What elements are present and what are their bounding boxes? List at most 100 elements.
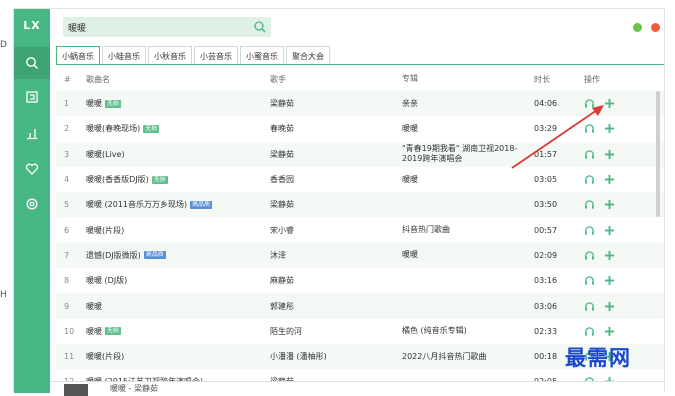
- row-index: 4: [64, 175, 70, 185]
- add-icon[interactable]: [604, 225, 615, 236]
- song-name[interactable]: 暖暖 (2011音乐万万乡现场): [86, 199, 187, 210]
- song-name-cell[interactable]: 暖暖(片段): [86, 217, 256, 242]
- tab-source[interactable]: 小芸音乐: [194, 46, 238, 65]
- album-name[interactable]: [402, 268, 532, 293]
- headphones-icon[interactable]: [584, 149, 595, 160]
- song-name-cell[interactable]: 暖暖 无损: [86, 91, 256, 116]
- table-row[interactable]: 4 暖暖(香香版DJ版) 无损 香香园 暖暖 03:05: [56, 166, 664, 193]
- quality-badge: 无损: [105, 99, 122, 108]
- nav-playlist[interactable]: [14, 81, 50, 113]
- add-icon[interactable]: [604, 275, 615, 286]
- singer-name[interactable]: 麻静茹: [270, 268, 390, 293]
- add-icon[interactable]: [604, 123, 615, 134]
- table-row[interactable]: 9 暖暖 郭建彤 03:06: [56, 293, 664, 319]
- album-name[interactable]: 抖音热门歌曲: [402, 217, 532, 242]
- nav-chart[interactable]: [14, 117, 50, 149]
- search-icon[interactable]: [253, 20, 267, 34]
- song-name-cell[interactable]: 暖暖(片段): [86, 344, 256, 369]
- song-name-cell[interactable]: 暖暖 (DJ版): [86, 268, 256, 293]
- tab-source[interactable]: 小秋音乐: [148, 46, 192, 65]
- nav-search[interactable]: [14, 47, 50, 79]
- singer-name[interactable]: 陌生的河: [270, 319, 390, 344]
- table-row[interactable]: 7 遗憾(DJ版微版) 高品质 沐泽 暖暖 02:09: [56, 242, 664, 269]
- headphones-icon[interactable]: [584, 250, 595, 261]
- close-button[interactable]: [651, 23, 660, 32]
- table-row[interactable]: 10 暖暖 无损 陌生的河 橘色 (纯音乐专辑) 02:33: [56, 318, 664, 344]
- table-row[interactable]: 8 暖暖 (DJ版) 麻静茹 03:16: [56, 268, 664, 294]
- album-name[interactable]: 暖暖: [402, 116, 532, 141]
- headphones-icon[interactable]: [584, 199, 595, 210]
- table-row[interactable]: 2 暖暖(春晚现场) 无损 春晚茹 暖暖 03:29: [56, 116, 664, 142]
- song-name[interactable]: 暖暖: [86, 98, 102, 109]
- add-icon[interactable]: [604, 326, 615, 337]
- album-name[interactable]: [402, 192, 532, 217]
- add-icon[interactable]: [604, 199, 615, 210]
- tab-source[interactable]: 小蛙音乐: [102, 46, 146, 65]
- song-name[interactable]: 暖暖: [86, 326, 102, 337]
- headphones-icon[interactable]: [584, 275, 595, 286]
- album-name[interactable]: 2022八月抖音热门歌曲: [402, 344, 532, 369]
- singer-name[interactable]: 香香园: [270, 167, 390, 192]
- song-name-cell[interactable]: 遗憾(DJ版微版) 高品质: [86, 243, 256, 268]
- headphones-icon[interactable]: [584, 326, 595, 337]
- headphones-icon[interactable]: [584, 123, 595, 134]
- song-name[interactable]: 遗憾(DJ版微版): [86, 250, 141, 261]
- album-name[interactable]: 暖暖: [402, 243, 532, 268]
- singer-name[interactable]: 春晚茹: [270, 116, 390, 141]
- add-icon[interactable]: [604, 98, 615, 109]
- singer-name[interactable]: 宋小睿: [270, 217, 390, 242]
- table-row[interactable]: 1 暖暖 无损 梁静茹 亲亲 04:06: [56, 91, 664, 117]
- song-name[interactable]: 暖暖 (DJ版): [86, 275, 127, 286]
- song-name[interactable]: 暖暖(香香版DJ版): [86, 174, 149, 185]
- duration: 04:06: [534, 99, 558, 109]
- minimize-button[interactable]: [633, 23, 642, 32]
- song-name[interactable]: 暖暖(片段): [86, 225, 124, 236]
- headphones-icon[interactable]: [584, 98, 595, 109]
- album-name[interactable]: 暖暖: [402, 167, 532, 192]
- song-name-cell[interactable]: 暖暖(香香版DJ版) 无损: [86, 167, 256, 192]
- album-name[interactable]: "青春19期我看" 湖南卫视2018-2019跨年演唱会: [402, 142, 532, 167]
- quality-badge: 高品质: [143, 251, 166, 260]
- song-name[interactable]: 暖暖(Live): [86, 149, 125, 160]
- sidebar: LX: [14, 9, 50, 393]
- album-name[interactable]: 亲亲: [402, 91, 532, 116]
- table-row[interactable]: 3 暖暖(Live) 梁静茹 "青春19期我看" 湖南卫视2018-2019跨年演唱会…: [56, 141, 664, 167]
- singer-name[interactable]: 郭建彤: [270, 293, 390, 318]
- song-name[interactable]: 暖暖: [86, 301, 102, 312]
- add-icon[interactable]: [604, 250, 615, 261]
- headphones-icon[interactable]: [584, 174, 595, 185]
- table-row[interactable]: 6 暖暖(片段) 宋小睿 抖音热门歌曲 00:57: [56, 217, 664, 243]
- album-name[interactable]: [402, 293, 532, 318]
- singer-name[interactable]: 小潘潘 (潘柚彤): [270, 344, 390, 369]
- nav-settings[interactable]: [14, 188, 50, 220]
- add-icon[interactable]: [604, 149, 615, 160]
- add-icon[interactable]: [604, 174, 615, 185]
- scrollbar[interactable]: [656, 91, 660, 217]
- song-name-cell[interactable]: 暖暖 无损: [86, 319, 256, 344]
- tab-source[interactable]: 聚合大会: [286, 46, 330, 65]
- nav-favorites[interactable]: [14, 153, 50, 185]
- search-box[interactable]: 暖暖: [63, 17, 271, 37]
- song-name[interactable]: 暖暖(春晚现场): [86, 123, 140, 134]
- song-name-cell[interactable]: 暖暖(Live): [86, 142, 256, 167]
- table-row[interactable]: 5 暖暖 (2011音乐万万乡现场) 高品质 梁静茹 03:50: [56, 192, 664, 218]
- album-name[interactable]: 橘色 (纯音乐专辑): [402, 319, 532, 344]
- singer-name[interactable]: 梁静茹: [270, 192, 390, 217]
- duration: 01:57: [534, 149, 558, 159]
- row-actions: [584, 192, 644, 217]
- top-bar: 暖暖: [50, 9, 664, 45]
- singer-name[interactable]: 梁静茹: [270, 91, 390, 116]
- tab-source[interactable]: 小蜗音乐: [56, 46, 100, 65]
- add-icon[interactable]: [604, 301, 615, 312]
- search-input[interactable]: 暖暖: [68, 21, 86, 34]
- song-name-cell[interactable]: 暖暖 (2011音乐万万乡现场) 高品质: [86, 192, 256, 217]
- headphones-icon[interactable]: [584, 225, 595, 236]
- headphones-icon[interactable]: [584, 301, 595, 312]
- song-name[interactable]: 暖暖(片段): [86, 351, 124, 362]
- song-name-cell[interactable]: 暖暖: [86, 293, 256, 318]
- tab-source[interactable]: 小蜜音乐: [240, 46, 284, 65]
- album-cover[interactable]: [64, 384, 88, 396]
- song-name-cell[interactable]: 暖暖(春晚现场) 无损: [86, 116, 256, 141]
- singer-name[interactable]: 梁静茹: [270, 142, 390, 167]
- singer-name[interactable]: 沐泽: [270, 243, 390, 268]
